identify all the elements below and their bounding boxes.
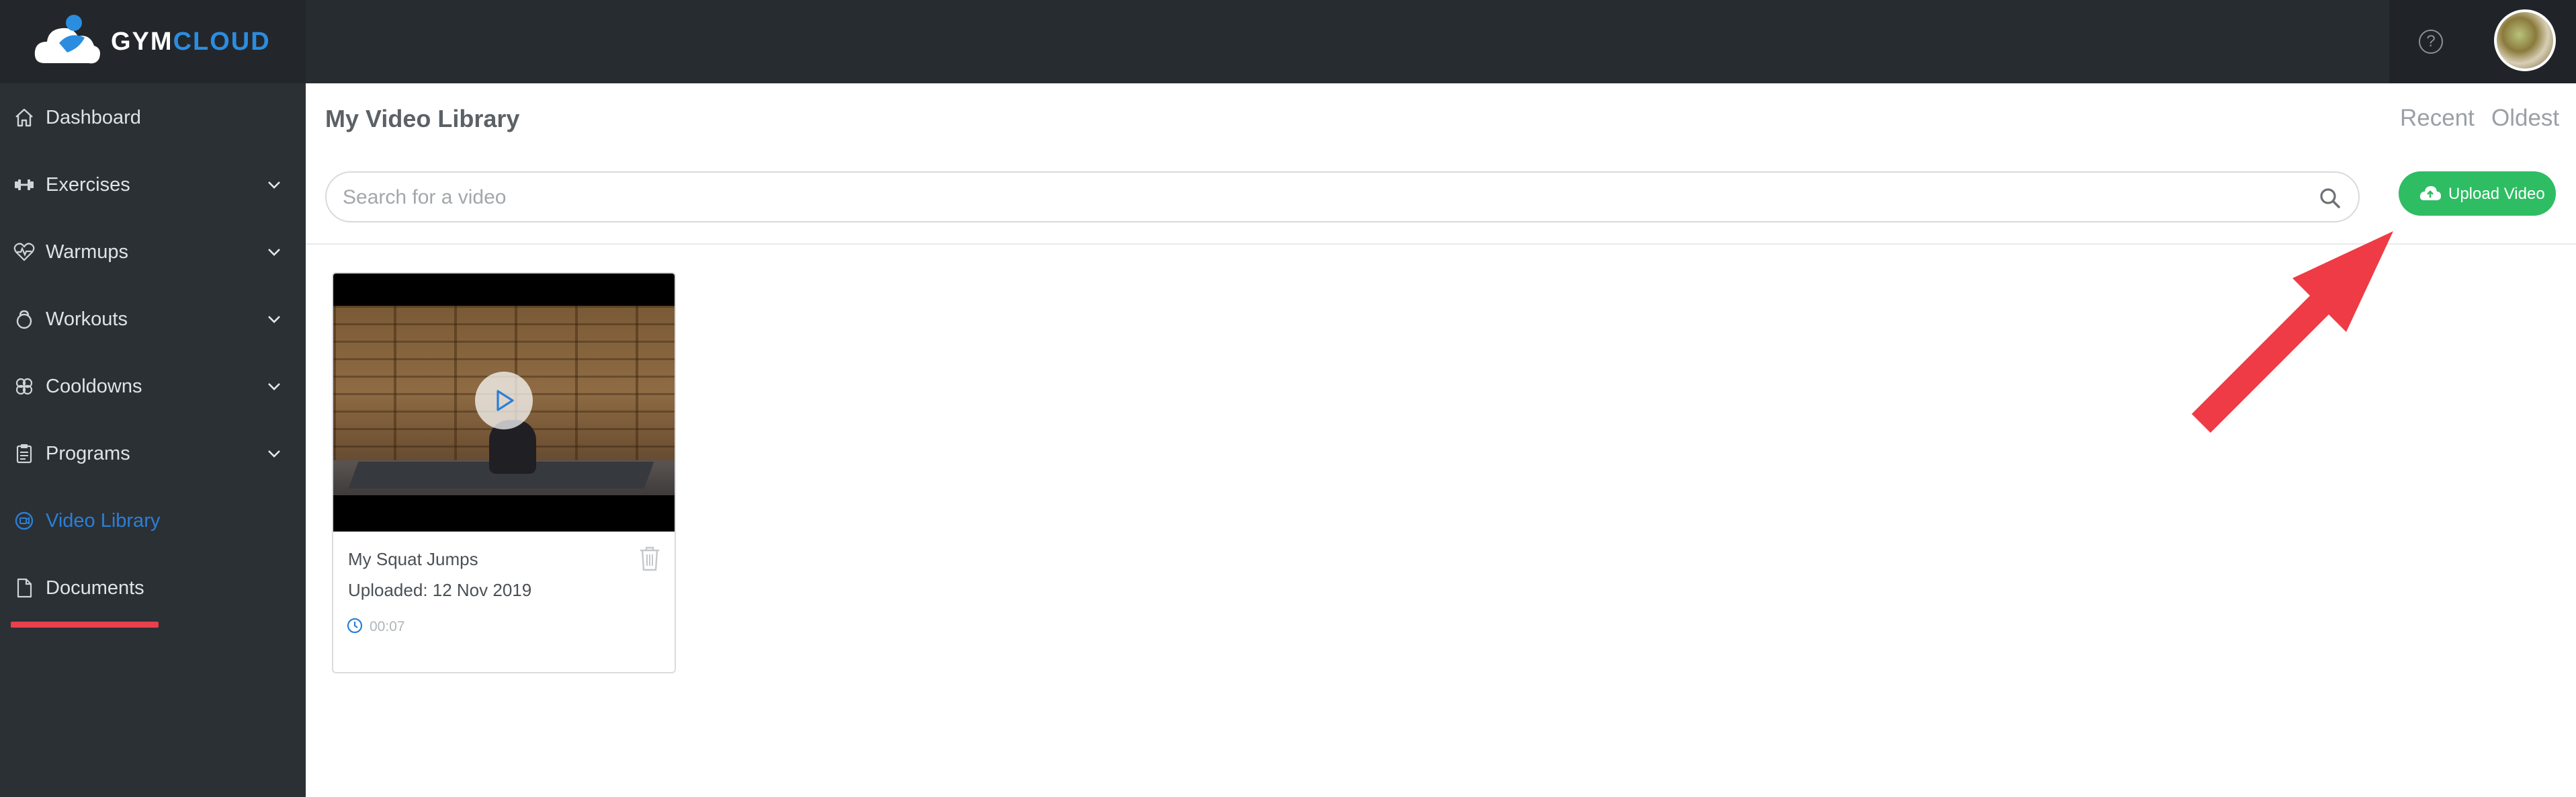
play-button[interactable]	[475, 372, 533, 429]
clock-icon	[347, 618, 363, 634]
video-circle-icon	[15, 511, 34, 530]
document-icon	[17, 578, 32, 598]
sidebar-item-label: Programs	[46, 443, 130, 464]
sidebar-item-exercises[interactable]: Exercises	[0, 151, 306, 218]
flower-icon	[15, 378, 33, 395]
sidebar-item-warmups[interactable]: Warmups	[0, 218, 306, 285]
sidebar-item-documents[interactable]: Documents	[0, 554, 306, 621]
sidebar-item-workouts[interactable]: Workouts	[0, 285, 306, 352]
sort-oldest-link[interactable]: Oldest	[2491, 105, 2559, 132]
help-icon[interactable]: ?	[2419, 30, 2443, 54]
cloud-logo-icon	[34, 15, 100, 64]
chevron-down-icon[interactable]	[265, 378, 283, 395]
sidebar-item-label: Warmups	[46, 241, 128, 263]
video-title: My Squat Jumps	[348, 549, 478, 569]
annotation-arrow-icon	[2192, 231, 2393, 433]
search-input[interactable]	[343, 183, 2291, 212]
sort-recent-link[interactable]: Recent	[2400, 105, 2475, 132]
chevron-down-icon[interactable]	[265, 445, 283, 462]
video-upload-date: Uploaded: 12 Nov 2019	[348, 580, 532, 600]
sidebar-item-cooldowns[interactable]: Cooldowns	[0, 352, 306, 419]
video-duration: 00:07	[370, 619, 405, 634]
brand-gym: GYM	[111, 28, 173, 56]
sidebar-item-dashboard[interactable]: Dashboard	[0, 83, 306, 151]
play-icon	[497, 390, 514, 411]
sidebar-item-video-library[interactable]: Video Library	[0, 487, 306, 554]
sidebar-item-label: Documents	[46, 577, 144, 599]
search-bar	[325, 171, 2360, 222]
dumbbell-icon	[15, 179, 34, 190]
upload-video-label: Upload Video	[2448, 185, 2545, 203]
chevron-down-icon[interactable]	[265, 243, 283, 261]
active-annotation-underline	[11, 622, 159, 628]
chevron-down-icon[interactable]	[265, 176, 283, 194]
clipboard-icon	[16, 444, 32, 464]
user-avatar[interactable]	[2494, 9, 2556, 71]
brand-name: GYMCLOUD	[111, 27, 271, 56]
kettlebell-icon	[16, 310, 32, 329]
chevron-down-icon[interactable]	[265, 310, 283, 328]
brand-cloud: CLOUD	[173, 28, 271, 56]
video-card[interactable]: My Squat Jumps Uploaded: 12 Nov 2019 00:…	[332, 272, 676, 673]
logo[interactable]: GYMCLOUD	[0, 0, 306, 83]
sidebar-item-label: Video Library	[46, 510, 161, 532]
sidebar-item-label: Cooldowns	[46, 376, 142, 397]
top-bar	[0, 0, 2576, 83]
sidebar-item-label: Exercises	[46, 174, 130, 196]
home-icon	[15, 108, 33, 127]
video-thumbnail[interactable]	[333, 274, 675, 532]
sidebar-item-programs[interactable]: Programs	[0, 419, 306, 487]
cloud-upload-icon	[2419, 186, 2441, 200]
search-icon[interactable]	[2318, 186, 2342, 210]
upload-video-button[interactable]: Upload Video	[2399, 171, 2556, 216]
heartbeat-icon	[13, 243, 35, 261]
trash-icon[interactable]	[638, 545, 661, 572]
sidebar: Dashboard Exercises Warmups Workouts Coo…	[0, 83, 306, 797]
sidebar-item-label: Dashboard	[46, 107, 141, 128]
page-title: My Video Library	[325, 105, 520, 132]
sidebar-item-label: Workouts	[46, 308, 128, 330]
